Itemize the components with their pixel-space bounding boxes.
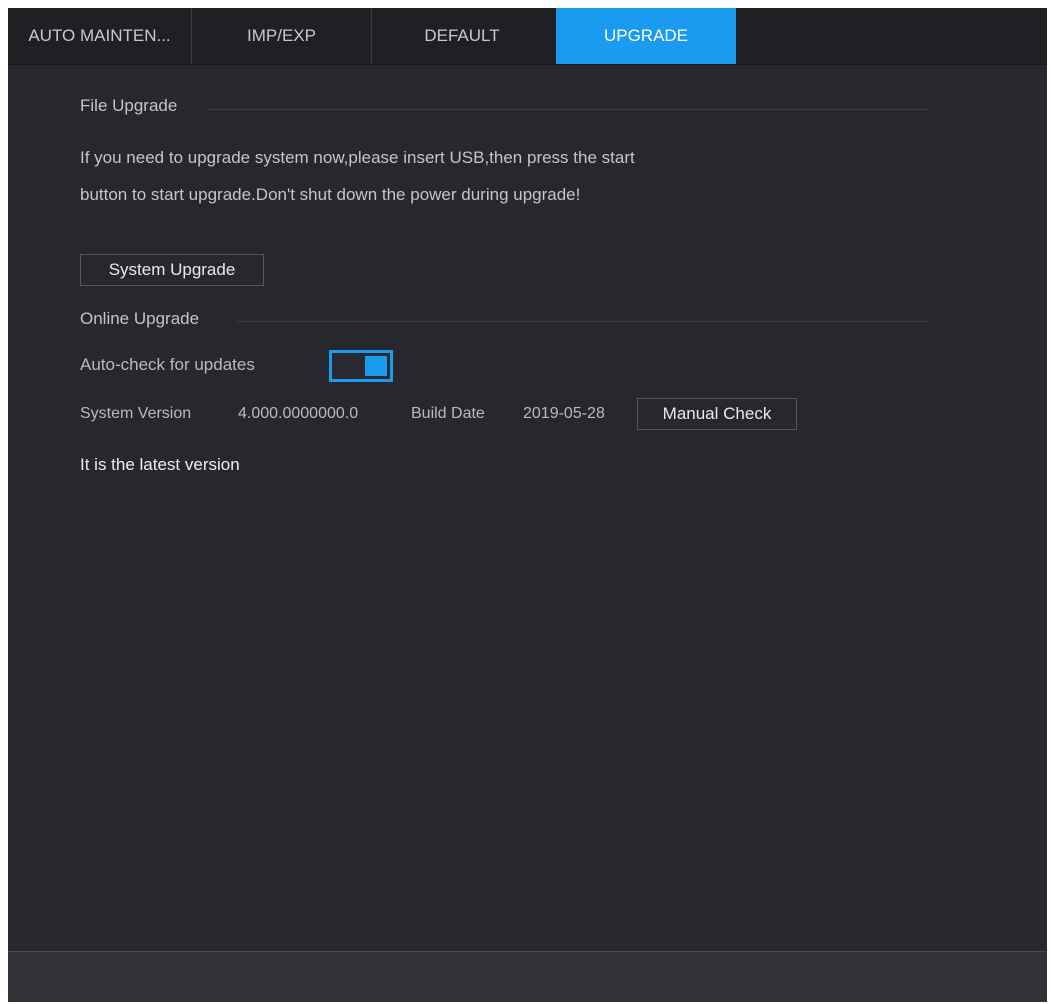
auto-check-label: Auto-check for updates bbox=[80, 355, 255, 374]
system-version-value: 4.000.0000000.0 bbox=[238, 405, 359, 422]
auto-check-toggle[interactable] bbox=[329, 350, 393, 382]
online-upgrade-title: Online Upgrade bbox=[80, 309, 200, 328]
tab-imp-exp[interactable]: IMP/EXP bbox=[192, 8, 372, 64]
tab-auto-maintenance[interactable]: AUTO MAINTEN... bbox=[8, 8, 192, 64]
system-upgrade-button[interactable]: System Upgrade bbox=[80, 254, 264, 286]
upgrade-window: AUTO MAINTEN... IMP/EXP DEFAULT UPGRADE … bbox=[8, 8, 1047, 1002]
build-date-label: Build Date bbox=[411, 405, 485, 422]
toggle-knob bbox=[365, 356, 387, 376]
update-status-message: It is the latest version bbox=[80, 455, 240, 474]
system-version-label: System Version bbox=[80, 405, 192, 422]
file-upgrade-divider bbox=[208, 109, 928, 110]
upgrade-instructions-line1: If you need to upgrade system now,please… bbox=[80, 148, 635, 167]
tab-bar: AUTO MAINTEN... IMP/EXP DEFAULT UPGRADE bbox=[8, 8, 1047, 65]
manual-check-button[interactable]: Manual Check bbox=[637, 398, 797, 430]
tab-upgrade[interactable]: UPGRADE bbox=[556, 8, 736, 64]
online-upgrade-divider bbox=[237, 321, 928, 322]
file-upgrade-title: File Upgrade bbox=[80, 96, 178, 115]
upgrade-instructions-line2: button to start upgrade.Don't shut down … bbox=[80, 185, 581, 204]
build-date-value: 2019-05-28 bbox=[523, 405, 605, 422]
tab-default[interactable]: DEFAULT bbox=[372, 8, 552, 64]
footer-bar bbox=[8, 951, 1047, 1002]
